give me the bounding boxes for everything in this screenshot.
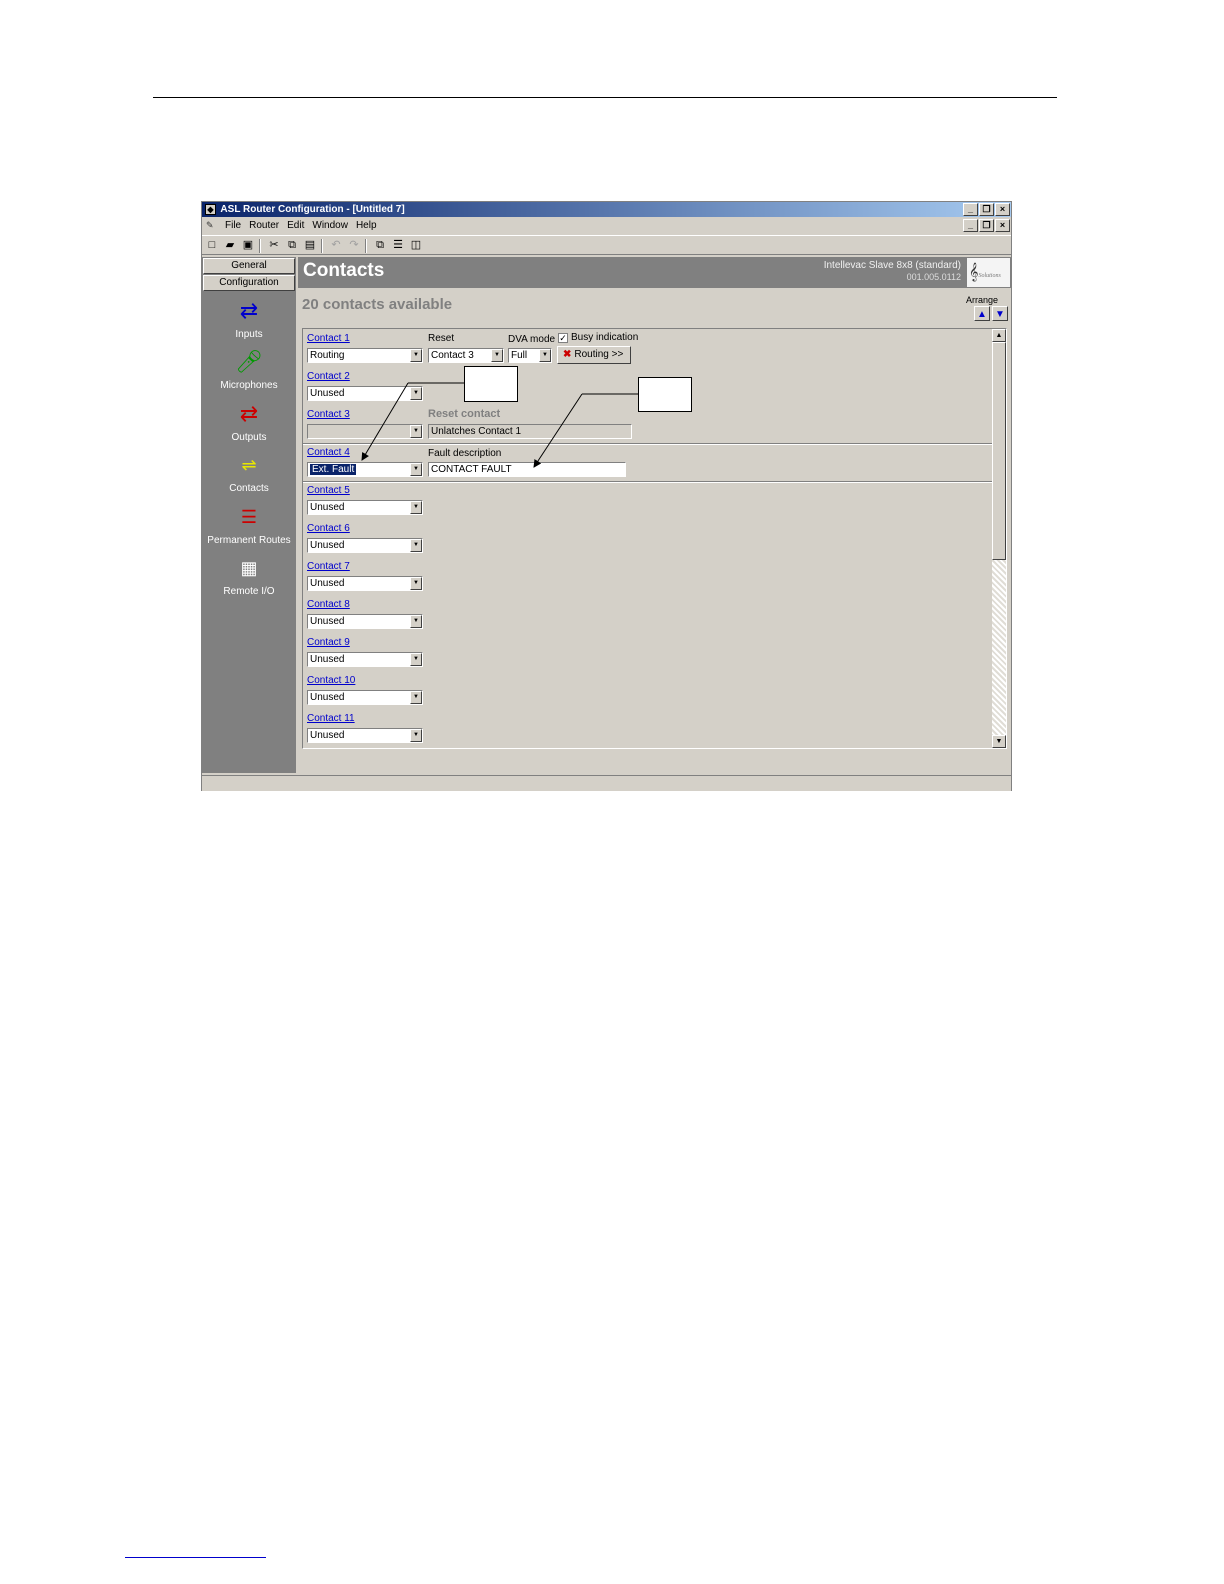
annotation-arrows bbox=[361, 382, 638, 468]
arrow-to-fault-description bbox=[533, 393, 583, 468]
footer-rule bbox=[125, 1557, 266, 1558]
arrow-to-ext-fault bbox=[361, 382, 409, 461]
